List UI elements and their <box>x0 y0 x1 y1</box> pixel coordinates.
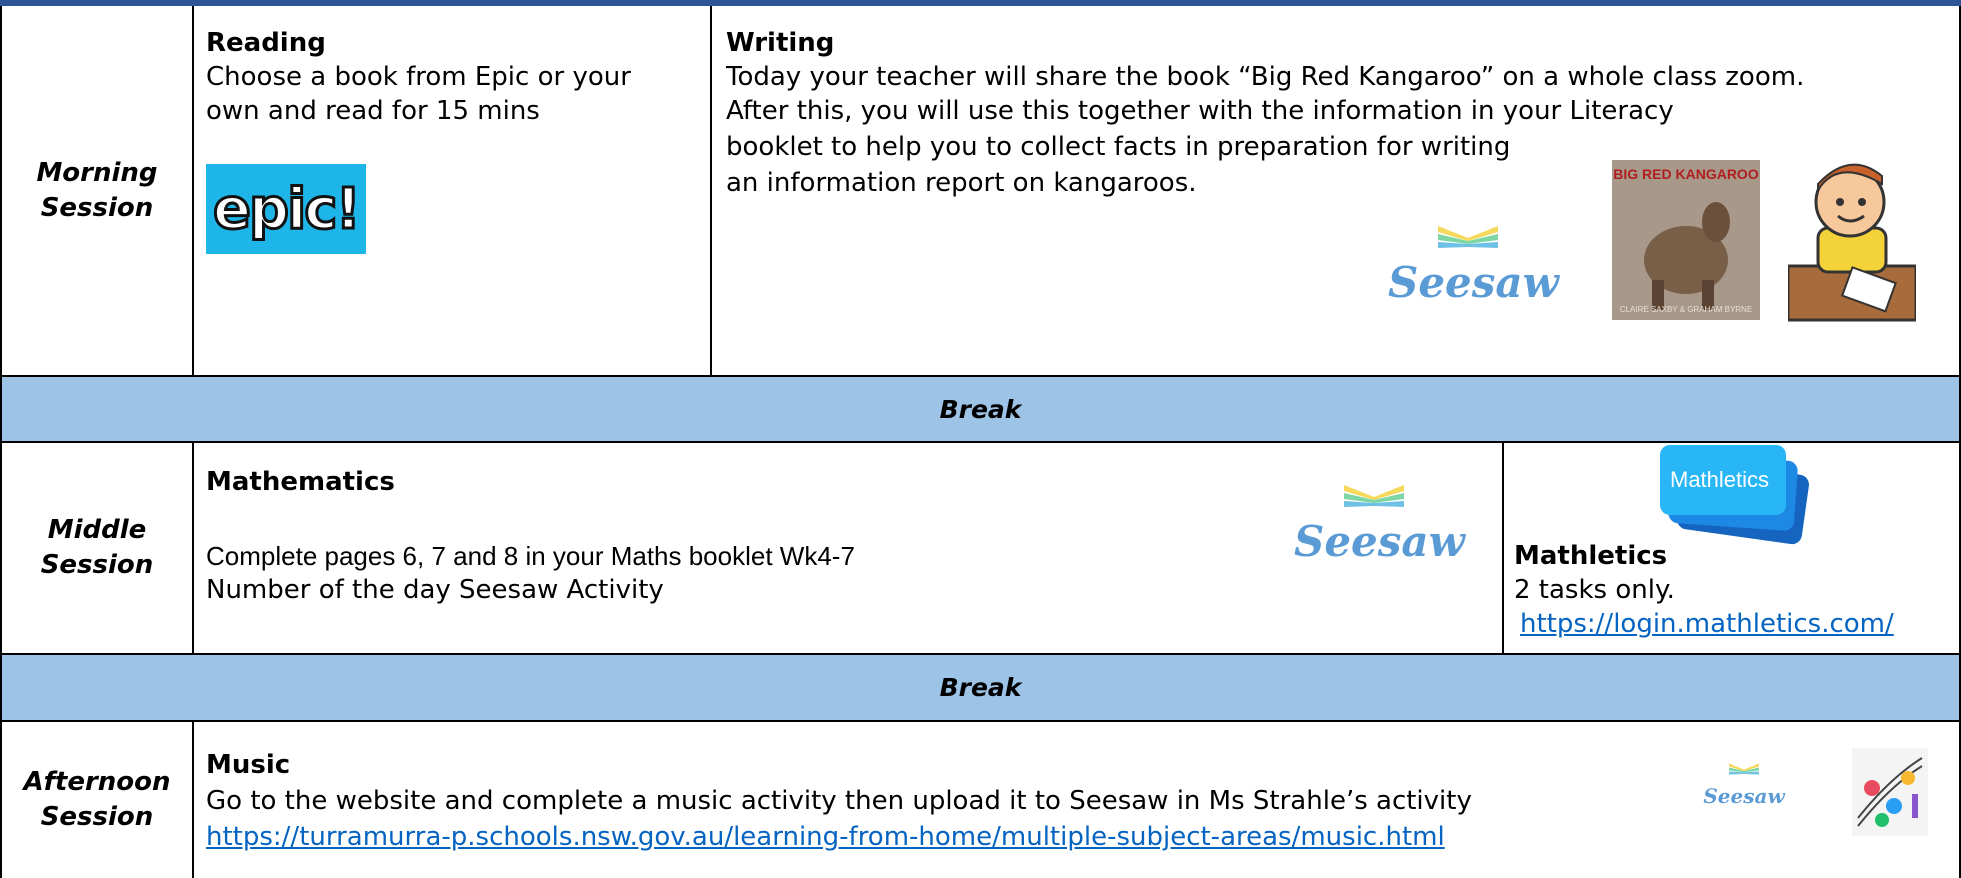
seesaw-bowtie-icon <box>1438 226 1498 248</box>
reading-text-line: Choose a book from Epic or your <box>206 62 631 92</box>
mathematics-text-line: Complete pages 6, 7 and 8 in your Maths … <box>206 541 855 571</box>
mathematics-title: Mathematics <box>206 467 395 497</box>
session-label-line: Afternoon <box>23 767 171 797</box>
epic-logo[interactable]: epic! <box>206 164 366 254</box>
morning-session-label: Morning Session <box>0 6 192 375</box>
book-cover-authors: CLAIRE SAXBY & GRAHAM BYRNE <box>1619 305 1753 314</box>
music-notes-icon <box>1852 748 1928 836</box>
seesaw-logo[interactable]: Seesaw <box>1388 224 1559 307</box>
session-label-line: Session <box>40 550 154 580</box>
break-label: Break <box>939 673 1022 702</box>
seesaw-logo-text: Seesaw <box>1294 517 1465 566</box>
reading-text-line: own and read for 15 mins <box>206 96 540 126</box>
mathletics-cell: Mathletics Mathletics 2 tasks only. http… <box>1502 441 1961 653</box>
writing-cell: Writing Today your teacher will share th… <box>710 6 1961 375</box>
music-clipart <box>1852 748 1928 836</box>
timetable: Morning Session Reading Choose a book fr… <box>0 6 1961 878</box>
epic-logo-text: epic! <box>212 175 363 243</box>
mathletics-link[interactable]: https://login.mathletics.com/ <box>1520 607 1894 641</box>
writing-text-line: booklet to help you to collect facts in … <box>726 132 1511 162</box>
break-row: Break <box>0 375 1961 441</box>
mathletics-logo[interactable]: Mathletics <box>1660 437 1811 546</box>
session-label-line: Session <box>40 192 154 223</box>
middle-session-label: Middle Session <box>0 441 192 653</box>
seesaw-bowtie-icon <box>1729 763 1759 775</box>
child-writing-clipart <box>1786 154 1918 322</box>
mathletics-logo-text: Mathletics <box>1670 467 1770 492</box>
seesaw-logo-text: Seesaw <box>1703 784 1785 808</box>
seesaw-logo[interactable]: Seesaw <box>1694 762 1794 808</box>
writing-text-line: Today your teacher will share the book “… <box>726 62 1805 92</box>
big-red-kangaroo-book-cover: BIG RED KANGAROO CLAIRE SAXBY & GRAHAM B… <box>1612 160 1760 320</box>
mathematics-cell: Mathematics Complete pages 6, 7 and 8 in… <box>192 441 1502 653</box>
music-text-line: Go to the website and complete a music a… <box>206 786 1472 816</box>
session-label-line: Morning <box>36 157 158 188</box>
break-row: Break <box>0 653 1961 720</box>
writing-text-line: an information report on kangaroos. <box>726 168 1197 198</box>
music-cell: Music Go to the website and complete a m… <box>192 720 1961 878</box>
session-label-line: Session <box>40 802 154 832</box>
break-label: Break <box>939 394 1022 424</box>
mathletics-title: Mathletics <box>1514 541 1668 571</box>
child-writing-icon <box>1786 163 1918 322</box>
afternoon-session-label: Afternoon Session <box>0 720 192 878</box>
session-label-line: Middle <box>47 515 147 545</box>
mathletics-text-line: 2 tasks only. <box>1514 575 1675 605</box>
seesaw-logo[interactable]: Seesaw <box>1294 483 1465 566</box>
music-title: Music <box>206 750 291 780</box>
seesaw-logo-text: Seesaw <box>1388 258 1559 307</box>
mathematics-text-line: Number of the day Seesaw Activity <box>206 575 664 605</box>
music-link[interactable]: https://turramurra-p.schools.nsw.gov.au/… <box>206 820 1445 854</box>
kangaroo-illustration-icon <box>1644 202 1730 310</box>
writing-text-line: After this, you will use this together w… <box>726 96 1674 126</box>
reading-cell: Reading Choose a book from Epic or your … <box>192 6 710 375</box>
seesaw-bowtie-icon <box>1344 485 1404 507</box>
writing-title: Writing <box>726 28 835 58</box>
reading-title: Reading <box>206 28 326 58</box>
